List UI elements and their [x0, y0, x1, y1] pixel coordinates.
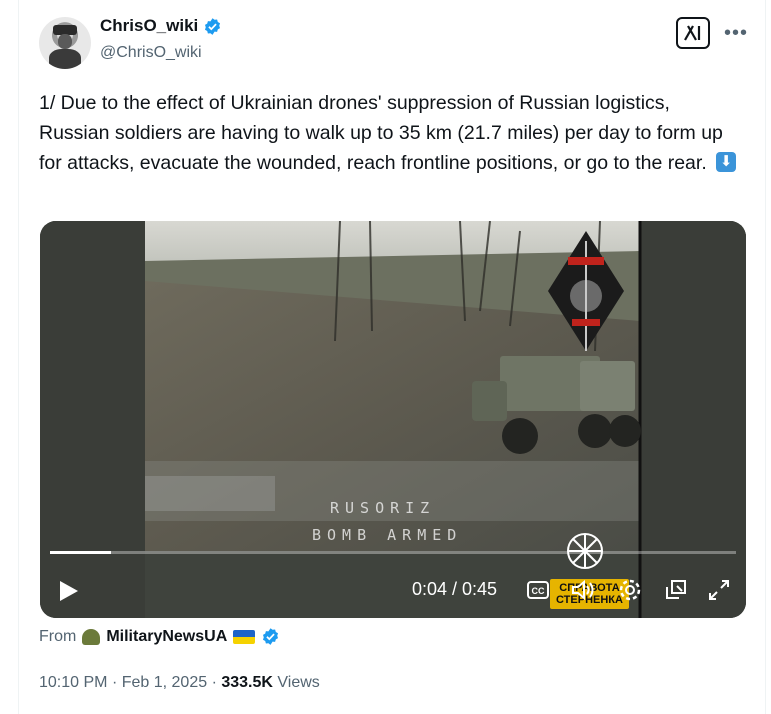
fullscreen-icon[interactable] [706, 577, 732, 603]
grok-button[interactable] [676, 17, 710, 49]
ukraine-flag-icon [233, 629, 256, 644]
grok-icon [684, 25, 701, 41]
from-label: From [39, 627, 77, 645]
tweet-time-link[interactable]: 10:10 PM [39, 674, 107, 691]
pip-icon[interactable] [663, 577, 689, 603]
meta-separator: · [211, 674, 217, 691]
views-label: Views [277, 674, 320, 691]
video-time: 0:04 / 0:45 [412, 579, 498, 599]
volume-icon[interactable] [570, 577, 596, 603]
author-display-name[interactable]: ChrisO_wiki [100, 16, 222, 36]
captions-icon[interactable]: CC [525, 577, 551, 603]
tweet-text: 1/ Due to the effect of Ukrainian drones… [39, 88, 745, 178]
video-progress-bar[interactable] [50, 551, 736, 554]
verified-badge-icon [205, 17, 221, 35]
video-player[interactable]: RUSORIZ BOMB ARMED 0:04 / 0:45 СПРАВОТА … [40, 221, 746, 618]
author-avatar[interactable] [39, 17, 91, 69]
verified-badge-icon [263, 628, 279, 645]
author-handle[interactable]: @ChrisO_wiki [100, 44, 202, 62]
video-progress-fill [50, 551, 112, 554]
helmet-emoji-icon [82, 628, 101, 645]
settings-icon[interactable] [617, 577, 643, 603]
osd-line-1: RUSORIZ [330, 499, 436, 517]
osd-line-2: BOMB ARMED [312, 526, 463, 544]
tweet-meta: 10:10 PM · Feb 1, 2025 · 333.5K Views [39, 674, 320, 692]
source-account-link[interactable]: MilitaryNewsUA [106, 628, 227, 646]
views-count: 333.5K [221, 674, 273, 691]
play-icon[interactable] [58, 579, 80, 603]
svg-text:CC: CC [532, 586, 545, 596]
video-frame [40, 221, 746, 618]
tweet-date-link[interactable]: Feb 1, 2025 [122, 674, 207, 691]
source-attribution: From MilitaryNewsUA [39, 627, 280, 646]
more-icon[interactable]: ••• [724, 22, 748, 45]
down-arrow-emoji-icon [716, 152, 737, 172]
author-name-text[interactable]: ChrisO_wiki [100, 16, 198, 36]
meta-separator: · [111, 674, 118, 691]
tweet-body: 1/ Due to the effect of Ukrainian drones… [39, 92, 723, 174]
